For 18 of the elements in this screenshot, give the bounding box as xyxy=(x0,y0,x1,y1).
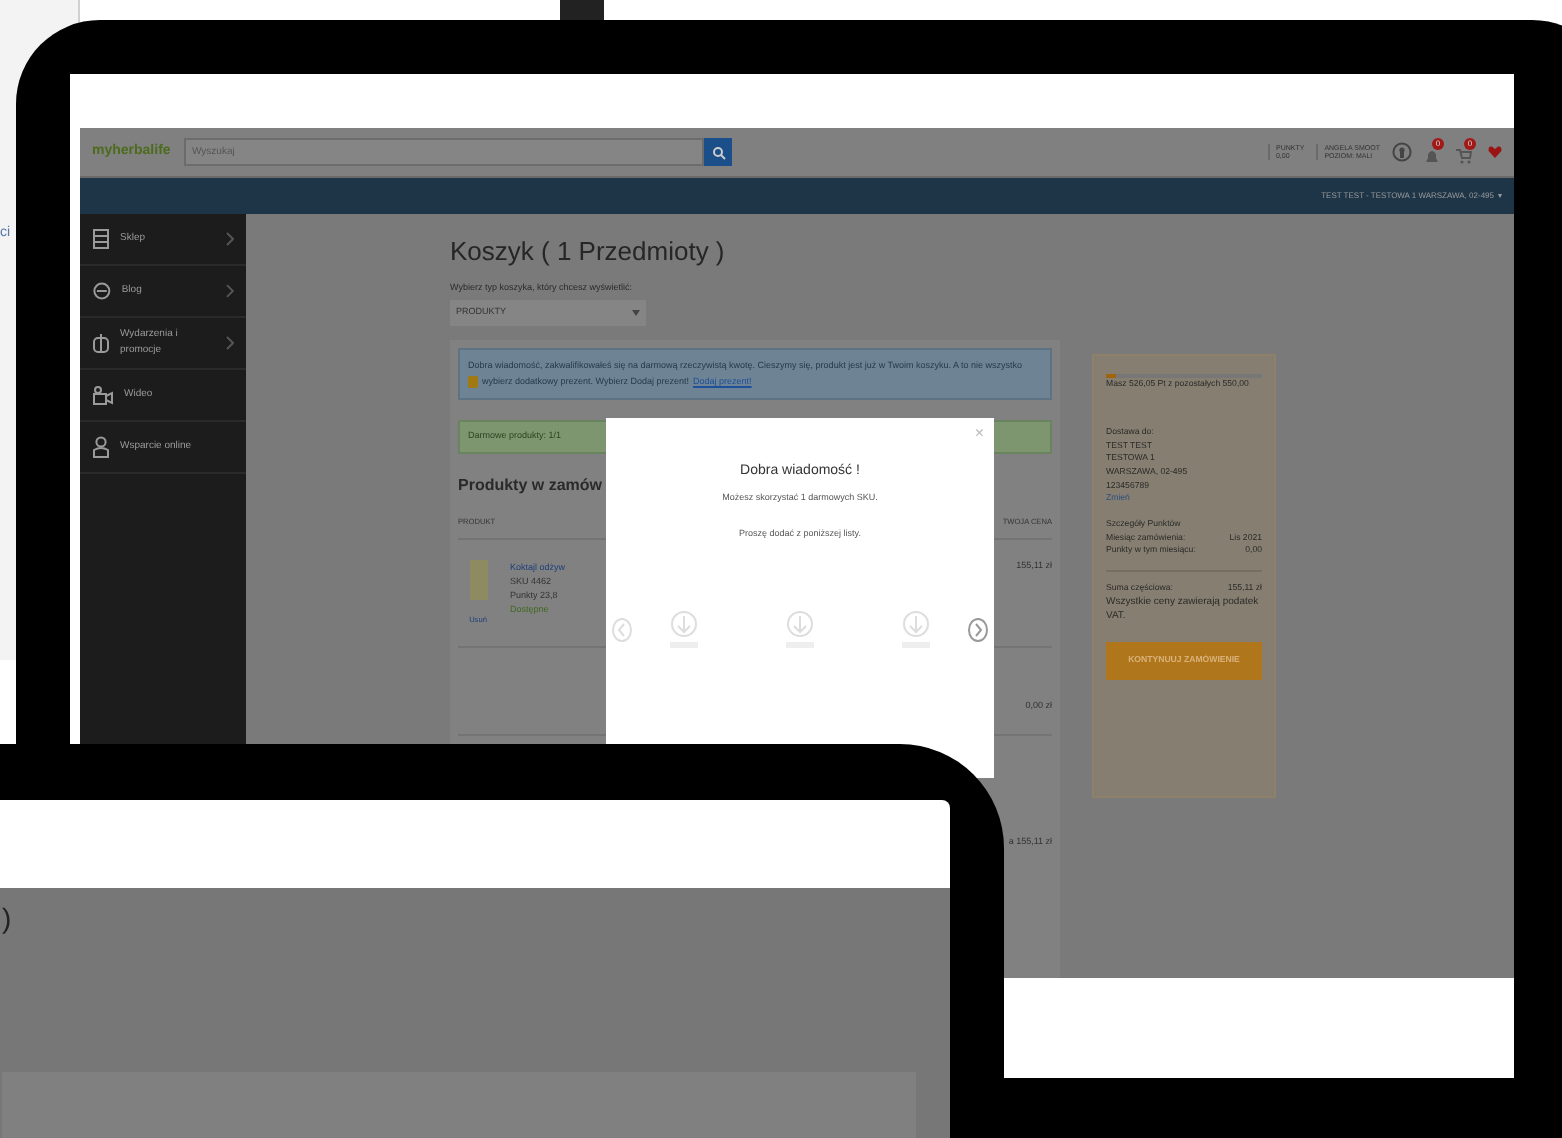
cart-icon[interactable] xyxy=(1456,148,1472,164)
dropdown-icon xyxy=(632,309,640,316)
video-icon xyxy=(92,385,114,405)
chevron-left-icon[interactable] xyxy=(612,618,632,642)
page-title: Koszyk ( 1 Przedmioty ) xyxy=(450,238,727,264)
search-button[interactable] xyxy=(704,138,732,166)
text-fragment: ) xyxy=(2,904,14,932)
product-placeholder-icon xyxy=(782,610,818,650)
heart-icon[interactable] xyxy=(1488,146,1502,158)
chevron-right-icon[interactable] xyxy=(968,618,988,642)
products-heading: Produkty w zamów xyxy=(458,474,603,499)
person-icon xyxy=(92,436,110,458)
product-placeholder-icon xyxy=(666,610,702,650)
product-placeholder-icon xyxy=(898,610,934,650)
product-photo-placeholder xyxy=(469,559,487,600)
search-icon xyxy=(711,145,725,159)
basket-icon xyxy=(92,228,110,250)
bell-icon[interactable] xyxy=(1424,148,1440,164)
